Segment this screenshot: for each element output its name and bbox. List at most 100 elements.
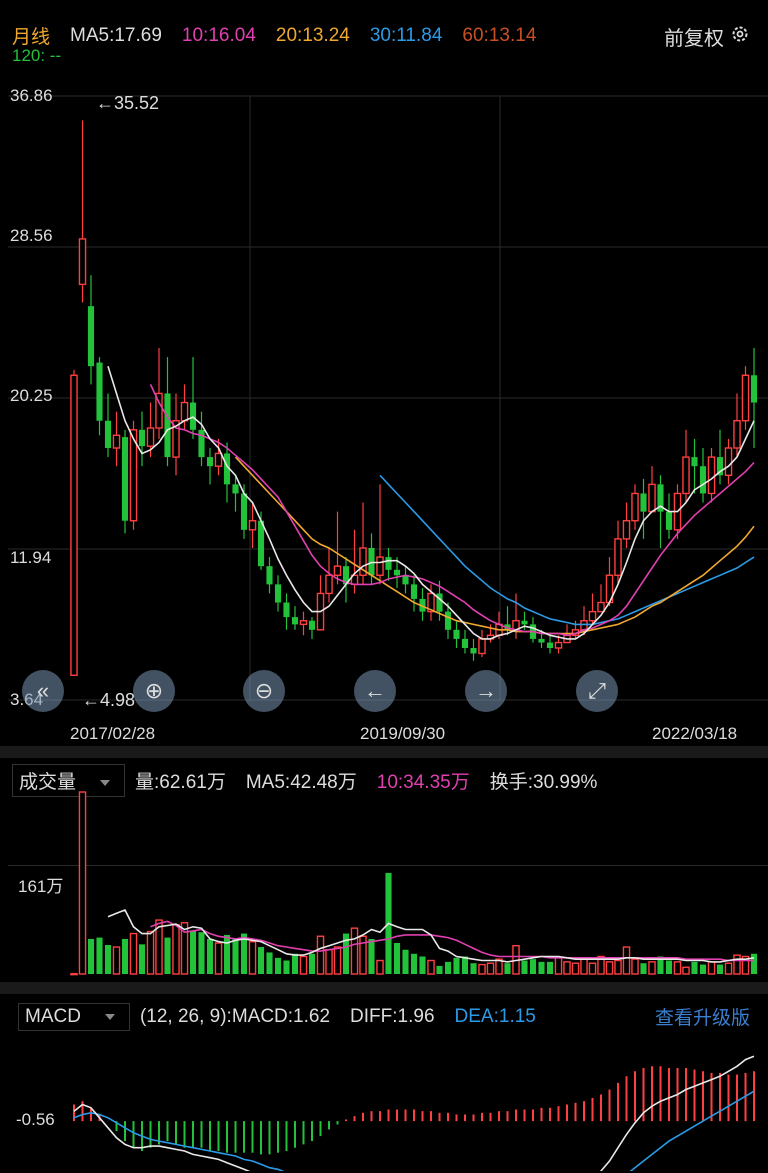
candle-body [393,569,401,576]
candle-body [232,484,239,494]
candle-body [691,457,698,467]
candle-body [724,447,733,476]
ma20-label: 20:13.24 [275,24,350,46]
candle-body [376,556,384,576]
volume-bar [614,959,622,975]
volume-bar [571,962,580,975]
candle-body [648,483,656,513]
volume-bar [588,962,597,975]
candle-body [682,456,690,495]
volume-bar [622,946,631,975]
candle-body [470,648,477,654]
volume-bar [87,938,95,974]
ma5-label: MA5:17.69 [70,24,162,46]
volume-bar [419,956,426,974]
volume-bar [538,961,545,974]
candle-body [750,375,758,403]
candle-body [138,429,146,447]
volume-bar [104,945,112,974]
price-chart[interactable] [0,80,768,720]
adjust-label: 前复权 [664,28,724,50]
zoom-in-icon[interactable]: ⊕ [133,670,175,712]
volume-bar [78,791,87,975]
volume-bar [198,932,205,974]
zoom-out-icon[interactable]: ⊖ [243,670,285,712]
macd-chart[interactable] [0,1036,768,1171]
volume-bar [529,959,537,974]
candle-body [554,641,563,649]
date-tick-0: 2017/02/28 [70,724,156,743]
candle-body [707,456,716,495]
ma120-label-wrap: 120: -- [12,46,81,66]
candle-body [461,638,469,648]
move-left-icon[interactable]: ← [354,670,396,712]
volume-bar [299,955,308,975]
volume-bar [631,958,639,975]
volume-bar [257,947,265,974]
price-tick-3: 11.94 [10,548,52,567]
macd-value: (12, 26, 9):MACD:1.62 [139,1006,331,1027]
candle-body [410,584,418,599]
volume-bar [368,938,375,974]
candle-body [597,601,605,613]
volume-bar [554,957,563,975]
candle-body [112,434,121,449]
upgrade-link[interactable]: 查看升级版 [655,1003,750,1030]
chevron-down-icon [104,1013,115,1020]
high-annotation: ←35.52 [96,93,160,113]
candle-body [546,642,554,648]
candle-body [104,420,112,448]
separator-1 [0,746,768,758]
candle-body [198,429,205,458]
candle-body [665,511,673,530]
volume-bar [478,963,486,975]
volume-bar [461,956,469,974]
volume-bar [232,938,239,974]
volume-bar [291,953,299,974]
volume-bar [546,961,554,974]
ma120-label: 120: -- [12,46,62,65]
fullscreen-icon[interactable]: ⤢ [576,670,618,712]
candle-body [299,620,308,626]
separator-2 [0,982,768,994]
macd-selector-label: MACD [25,1006,81,1027]
chevron-down-icon [100,779,111,786]
candle-body [325,574,333,595]
volume-chart[interactable] [0,790,768,980]
candle-body [631,492,639,522]
candle-body [189,402,197,430]
volume-bar [223,934,231,974]
volume-bar [699,964,707,974]
candle-body [240,493,248,530]
volume-bar [724,962,733,975]
ma60-label: 60:13.14 [462,24,537,46]
candle-body [588,610,597,622]
volume-bar [316,935,325,975]
candle-body [87,306,95,367]
volume-bar [453,957,460,974]
candle-body [257,520,265,567]
volume-bar [470,963,477,974]
move-right-icon[interactable]: → [465,670,507,712]
macd-selector[interactable]: MACD [18,1003,130,1031]
ma10-label: 10:16.04 [181,24,256,46]
volume-bar [444,961,452,974]
move-left-double-icon[interactable]: « [22,670,64,712]
upgrade-link-label: 查看升级版 [654,1008,750,1029]
volume-bar [96,937,103,974]
gear-icon[interactable] [730,24,750,50]
candle-body [248,520,257,531]
volume-bar [504,963,511,974]
volume-bar [436,965,443,974]
volume-bar [673,961,682,975]
candle-body [640,493,647,512]
volume-bar [376,959,384,975]
candle-body [402,575,409,585]
volume-bar [333,946,342,975]
adjust-toggle[interactable]: 前复权 [664,22,750,51]
candle-body [308,620,316,630]
volume-bar [248,940,257,975]
candle-body [733,420,741,449]
period-label[interactable]: 月线 [12,22,50,49]
ma-legend: 月线 MA5:17.69 10:16.04 20:13.24 30:11.84 … [12,22,556,49]
